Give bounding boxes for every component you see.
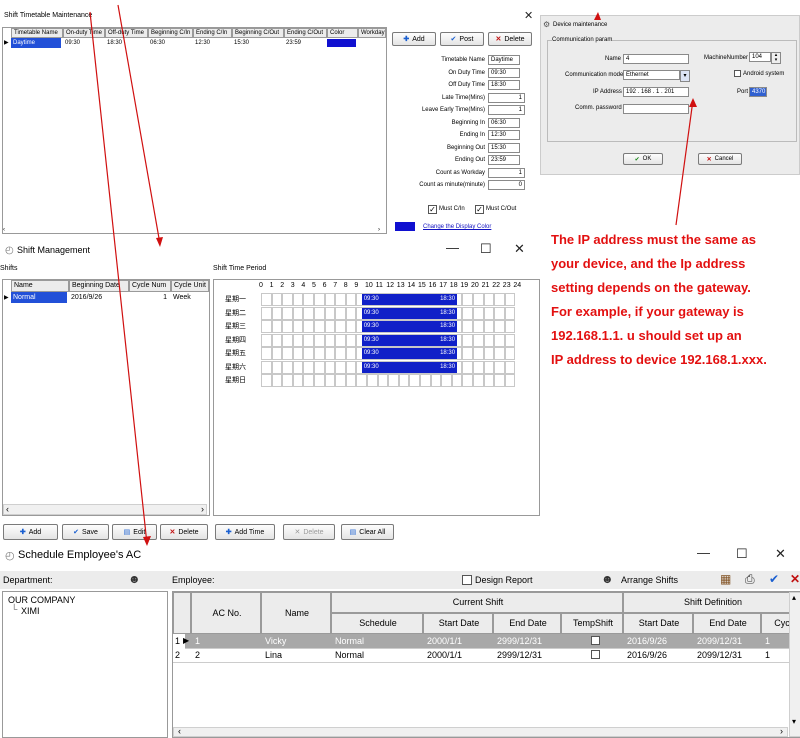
arrow-line xyxy=(675,99,694,226)
arrow-head xyxy=(689,98,697,107)
arrow-line xyxy=(117,4,161,245)
arrow-head xyxy=(156,237,163,247)
annotation-arrows xyxy=(89,4,697,546)
arrow-head xyxy=(143,536,151,546)
arrow-line xyxy=(89,11,148,545)
arrow-head xyxy=(594,12,601,20)
